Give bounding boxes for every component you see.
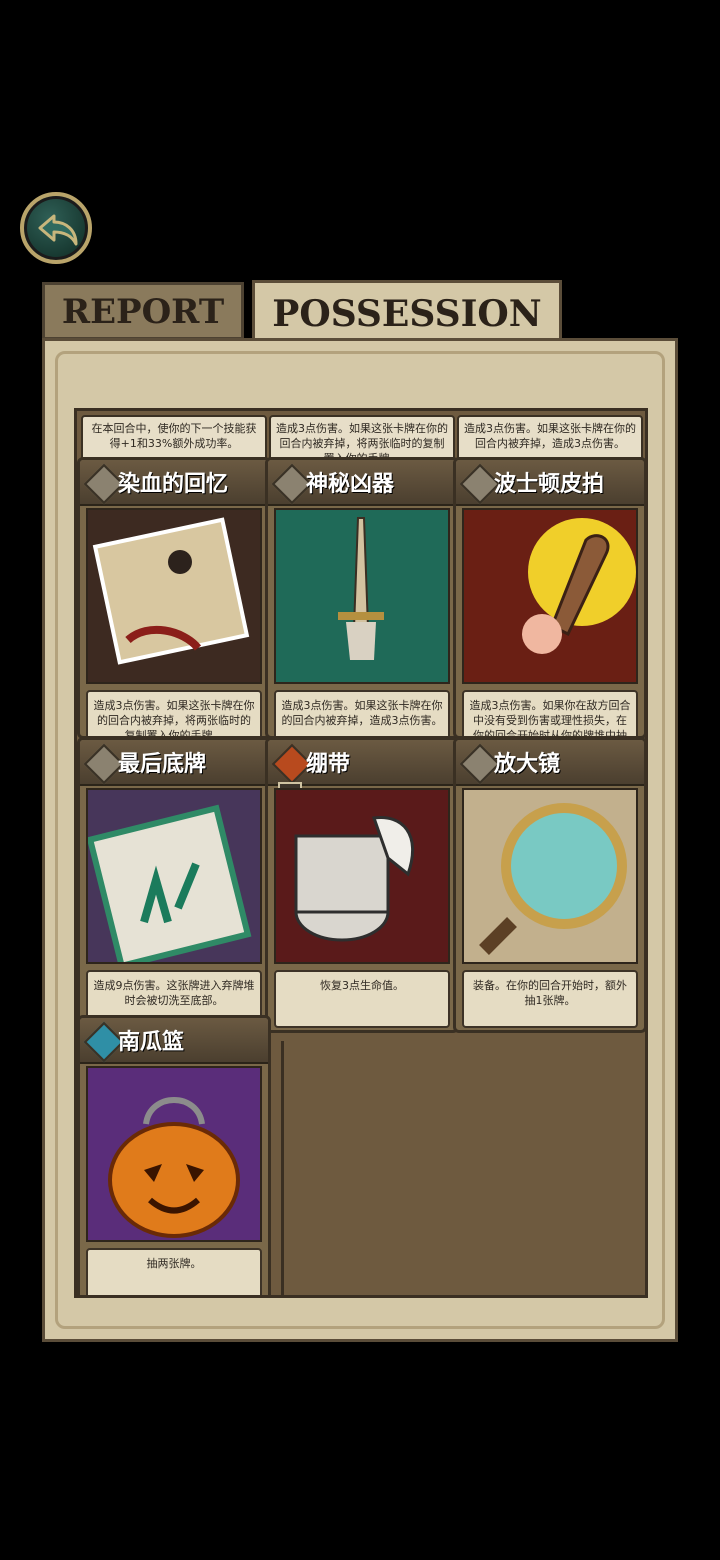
card-title: 波士顿皮拍 bbox=[494, 472, 605, 497]
card-description: 抽两张牌。 bbox=[86, 1248, 262, 1295]
card-title: 最后底牌 bbox=[118, 752, 207, 777]
card-title: 染血的回忆 bbox=[118, 472, 229, 497]
card-art bbox=[462, 788, 638, 964]
card-description: 恢复3点生命值。 bbox=[274, 970, 450, 1028]
card-title: 绷带 bbox=[306, 752, 351, 777]
card-art bbox=[86, 508, 262, 684]
card-bandage[interactable]: 3 绷带 恢复3点生命值。 bbox=[265, 737, 459, 1033]
card-art bbox=[274, 508, 450, 684]
card-magnifying-glass[interactable]: 放大镜 装备。在你的回合开始时，额外抽1张牌。 装备 bbox=[453, 737, 645, 1033]
back-arrow-icon bbox=[38, 214, 78, 246]
card-art bbox=[86, 1066, 262, 1242]
top-strip-2: 造成3点伤害。如果这张卡牌在你的回合内被弃掉，将两张临时的复制置入你的手牌。 bbox=[269, 415, 455, 463]
back-button[interactable] bbox=[20, 192, 92, 264]
card-title: 放大镜 bbox=[494, 752, 561, 777]
card-art bbox=[86, 788, 262, 964]
card-description: 装备。在你的回合开始时，额外抽1张牌。 bbox=[462, 970, 638, 1028]
card-description: 造成3点伤害。如果这张卡牌在你的回合内被弃掉，将两张临时的复制置入你的手牌。 bbox=[86, 690, 262, 736]
equip-tag: 装备 bbox=[522, 1032, 576, 1033]
card-grid: 在本回合中，使你的下一个技能获得+1和33%额外成功率。 造成3点伤害。如果这张… bbox=[74, 408, 648, 1298]
card-description: 造成3点伤害。如果你在敌方回合中没有受到伤害或理性损失，在你的回合开始时从你的牌… bbox=[462, 690, 638, 736]
top-strip-1: 在本回合中，使你的下一个技能获得+1和33%额外成功率。 bbox=[81, 415, 267, 463]
top-strip-3: 造成3点伤害。如果这张卡牌在你的回合内被弃掉，造成3点伤害。 bbox=[457, 415, 643, 463]
tab-report[interactable]: REPORT bbox=[42, 282, 244, 340]
card-pumpkin-basket[interactable]: 南瓜篮 抽两张牌。 bbox=[77, 1015, 271, 1295]
empty-grid-area bbox=[281, 1041, 645, 1295]
card-title: 神秘凶器 bbox=[306, 472, 395, 497]
card-blood-memory[interactable]: 染血的回忆 造成3点伤害。如果这张卡牌在你的回合内被弃掉，将两张临时的复制置入你… bbox=[77, 457, 271, 739]
card-art bbox=[274, 788, 450, 964]
card-title: 南瓜篮 bbox=[118, 1030, 185, 1055]
card-description: 造成3点伤害。如果这张卡牌在你的回合内被弃掉，造成3点伤害。 bbox=[274, 690, 450, 736]
card-mysterious-weapon[interactable]: 神秘凶器 造成3点伤害。如果这张卡牌在你的回合内被弃掉，造成3点伤害。 bbox=[265, 457, 459, 739]
card-art bbox=[462, 508, 638, 684]
card-last-resort[interactable]: 最后底牌 造成9点伤害。这张牌进入弃牌堆时会被切洗至底部。 bbox=[77, 737, 271, 1033]
card-boston-bat[interactable]: 波士顿皮拍 造成3点伤害。如果你在敌方回合中没有受到伤害或理性损失，在你的回合开… bbox=[453, 457, 645, 739]
